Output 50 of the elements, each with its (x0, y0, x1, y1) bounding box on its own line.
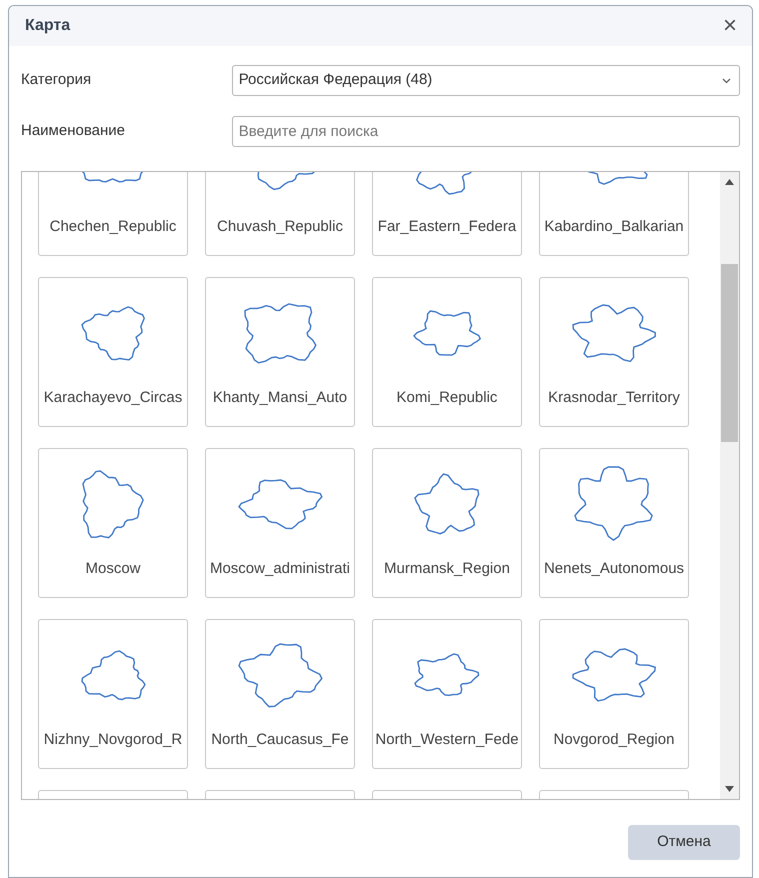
scroll-down-icon[interactable] (725, 786, 734, 792)
region-outline-drawing (414, 473, 480, 535)
tile-label: Chuvash_Republic (217, 217, 343, 237)
map-tile[interactable]: Moscow (38, 448, 188, 598)
tile-label: Nenets_Autonomous (544, 559, 684, 579)
map-tile[interactable]: Karachayevo_Circas (38, 277, 188, 427)
map-tile[interactable]: Khanty_Mansi_Auto (205, 277, 355, 427)
map-tile[interactable]: Novgorod_Region (539, 619, 689, 769)
chevron-down-icon (722, 78, 731, 84)
scrollbar[interactable] (720, 172, 739, 799)
dialog-title: Карта (25, 16, 70, 36)
map-tile[interactable]: North_Western_Fede (372, 619, 522, 769)
map-tile[interactable]: Chuvash_Republic (205, 172, 355, 256)
tile-label: Moscow (85, 559, 140, 579)
map-tile[interactable]: Kabardino_Balkarian (539, 172, 689, 256)
field-label: Наименование (21, 121, 126, 142)
tile-label: Khanty_Mansi_Auto (212, 388, 348, 408)
scrollbar-thumb[interactable] (721, 264, 738, 442)
scroll-up-icon[interactable] (725, 179, 734, 185)
tile-label: Kabardino_Balkarian (544, 217, 684, 237)
close-button[interactable]: × (718, 14, 742, 38)
tile-label: North_Western_Fede (375, 730, 519, 750)
tile-label: Novgorod_Region (554, 730, 674, 750)
category-select[interactable]: Российская Федерация (48) (232, 65, 740, 96)
tile-label: Far_Eastern_Federa (378, 217, 516, 237)
tile-label: Moscow_administrati (210, 559, 350, 579)
field-label: Категория (21, 70, 92, 90)
map-tile[interactable]: Nizhny_Novgorod_R (38, 619, 188, 769)
tile-label: Murmansk_Region (384, 559, 510, 579)
cancel-button[interactable]: Отмена (628, 825, 740, 860)
region-outline-drawing (412, 310, 482, 356)
map-tile[interactable]: Komi_Republic (372, 277, 522, 427)
tile-label: Krasnodar_Territory (548, 388, 680, 408)
map-tile[interactable]: Nenets_Autonomous (539, 448, 689, 598)
region-outline-drawing (82, 470, 144, 538)
map-tile[interactable]: Murmansk_Region (372, 448, 522, 598)
map-tile[interactable]: Krasnodar_Territory (539, 277, 689, 427)
map-tile[interactable]: Far_Eastern_Federa (372, 172, 522, 256)
tile-label: Nizhny_Novgorod_R (44, 730, 182, 750)
region-outline-drawing (80, 650, 146, 700)
tile-label: Komi_Republic (396, 388, 498, 408)
map-tile[interactable]: Chechen_Republic (38, 172, 188, 256)
region-outline-drawing (80, 306, 146, 360)
region-outline-drawing (414, 653, 480, 697)
map-tile[interactable]: North_Caucasus_Fe (205, 619, 355, 769)
tile-label: Karachayevo_Circas (44, 388, 182, 408)
search-field[interactable]: Введите для поиска (232, 116, 740, 147)
tile-label: North_Caucasus_Fe (211, 730, 349, 750)
map-tile[interactable]: Moscow_administrati (205, 448, 355, 598)
tile-label: Chechen_Republic (50, 217, 176, 237)
